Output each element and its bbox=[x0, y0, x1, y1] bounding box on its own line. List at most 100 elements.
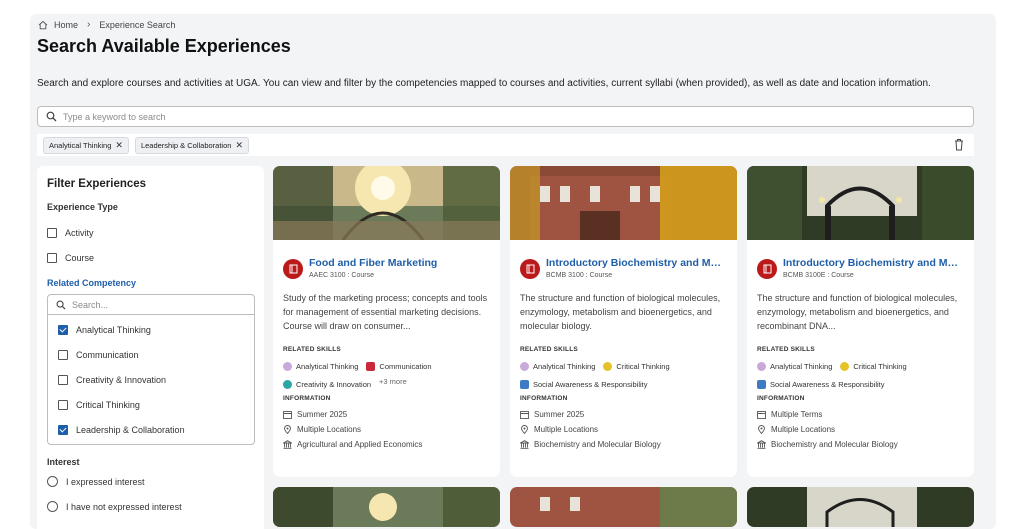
competency-option[interactable]: Leadership & Collaboration bbox=[58, 417, 244, 442]
option-label: I have not expressed interest bbox=[66, 501, 182, 512]
info-location: Multiple Locations bbox=[273, 422, 500, 437]
campus-photo bbox=[510, 166, 737, 240]
skill-label: Critical Thinking bbox=[616, 361, 670, 371]
info-label: INFORMATION bbox=[757, 395, 805, 402]
keyword-search[interactable] bbox=[37, 106, 974, 127]
campus-photo bbox=[747, 166, 974, 240]
skill-tag: Analytical Thinking bbox=[520, 359, 595, 373]
skills-label: RELATED SKILLS bbox=[520, 346, 578, 353]
card-title[interactable]: Introductory Biochemistry and Molecular … bbox=[546, 257, 726, 269]
interest-option[interactable]: I expressed interest bbox=[47, 469, 254, 494]
card-code: BCMB 3100 : Course bbox=[546, 272, 613, 279]
location-pin-icon bbox=[284, 425, 291, 434]
more-skills[interactable]: +3 more bbox=[379, 377, 407, 391]
info-term: Multiple Terms bbox=[747, 407, 974, 422]
card-title[interactable]: Introductory Biochemistry and Molecular … bbox=[783, 257, 963, 269]
experience-card[interactable]: Food and Fiber Marketing AAEC 3100 : Cou… bbox=[273, 166, 500, 477]
experience-card[interactable]: Introductory Biochemistry and Molecular … bbox=[510, 166, 737, 477]
location-pin-icon bbox=[521, 425, 528, 434]
skill-label: Social Awareness & Responsibility bbox=[533, 379, 648, 389]
checkbox[interactable] bbox=[58, 424, 68, 435]
interest-option[interactable]: I have not expressed interest bbox=[47, 494, 254, 519]
book-icon bbox=[757, 259, 777, 279]
skill-label: Analytical Thinking bbox=[533, 361, 596, 371]
campus-photo bbox=[747, 487, 974, 527]
location-text: Multiple Locations bbox=[534, 425, 599, 434]
skill-tag: Social Awareness & Responsibility bbox=[520, 377, 648, 391]
competency-option[interactable]: Analytical Thinking bbox=[58, 317, 244, 342]
checkbox[interactable] bbox=[47, 252, 57, 263]
close-icon[interactable]: ✕ bbox=[115, 140, 123, 151]
location-pin-icon bbox=[758, 425, 765, 434]
checkbox[interactable] bbox=[58, 324, 68, 335]
checkbox[interactable] bbox=[58, 374, 68, 385]
bulb-icon bbox=[603, 361, 613, 371]
trash-icon[interactable] bbox=[954, 138, 964, 151]
skill-label: Creativity & Innovation bbox=[296, 379, 372, 389]
card-title[interactable]: Food and Fiber Marketing bbox=[309, 257, 489, 269]
option-label: Course bbox=[65, 252, 95, 263]
checkbox[interactable] bbox=[58, 399, 68, 410]
option-label: Critical Thinking bbox=[76, 399, 140, 410]
skill-tag: Analytical Thinking bbox=[283, 359, 358, 373]
search-icon bbox=[56, 300, 66, 310]
filter-option-activity[interactable]: Activity bbox=[47, 220, 254, 245]
page-description: Search and explore courses and activitie… bbox=[37, 78, 931, 89]
magnify-icon bbox=[757, 361, 766, 371]
term-text: Summer 2025 bbox=[534, 410, 585, 419]
checkbox[interactable] bbox=[47, 227, 57, 238]
filter-sidebar: Filter Experiences Experience Type Activ… bbox=[37, 166, 264, 529]
skill-tag: Analytical Thinking bbox=[757, 359, 832, 373]
info-term: Summer 2025 bbox=[273, 407, 500, 422]
filter-option-course[interactable]: Course bbox=[47, 245, 254, 270]
card-description: The structure and function of biological… bbox=[520, 293, 721, 331]
competency-list: Analytical Thinking Communication Creati… bbox=[47, 294, 255, 445]
card-description: Study of the marketing process; concepts… bbox=[283, 293, 488, 331]
competency-search[interactable] bbox=[48, 295, 254, 315]
related-competency-label: Related Competency bbox=[47, 278, 137, 288]
skills-label: RELATED SKILLS bbox=[757, 346, 815, 353]
people-icon bbox=[757, 379, 766, 389]
card-code: AAEC 3100 : Course bbox=[309, 272, 374, 279]
competency-option[interactable]: Creativity & Innovation bbox=[58, 367, 244, 392]
skill-label: Analytical Thinking bbox=[296, 361, 359, 371]
home-icon[interactable] bbox=[38, 20, 48, 30]
term-text: Summer 2025 bbox=[297, 410, 348, 419]
radio[interactable] bbox=[47, 501, 58, 512]
filter-chip: Leadership & Collaboration ✕ bbox=[134, 136, 249, 154]
option-label: Leadership & Collaboration bbox=[76, 424, 185, 435]
people-icon bbox=[520, 379, 529, 389]
skill-label: Critical Thinking bbox=[853, 361, 907, 371]
option-label: Activity bbox=[65, 227, 94, 238]
interest-label: Interest bbox=[47, 457, 80, 467]
experience-card[interactable] bbox=[510, 487, 737, 527]
building-icon bbox=[283, 440, 292, 449]
skills-list: Analytical Thinking Critical Thinking So… bbox=[747, 353, 974, 389]
skill-tag: Communication bbox=[366, 359, 432, 373]
breadcrumb: Home › Experience Search bbox=[38, 19, 175, 30]
close-icon[interactable]: ✕ bbox=[235, 140, 243, 151]
building-icon bbox=[757, 440, 766, 449]
competency-search-input[interactable] bbox=[72, 299, 222, 310]
experience-card[interactable] bbox=[273, 487, 500, 527]
competency-option[interactable]: Critical Thinking bbox=[58, 392, 244, 417]
experience-card[interactable] bbox=[747, 487, 974, 527]
skills-list: Analytical Thinking Communication Creati… bbox=[273, 353, 500, 389]
experience-card[interactable]: Introductory Biochemistry and Molecular … bbox=[747, 166, 974, 477]
competency-option[interactable]: Communication bbox=[58, 342, 244, 367]
skill-label: Analytical Thinking bbox=[770, 361, 833, 371]
campus-photo bbox=[273, 487, 500, 527]
option-label: Communication bbox=[76, 349, 139, 360]
calendar-icon bbox=[757, 411, 766, 419]
bulb-icon bbox=[840, 361, 850, 371]
search-input[interactable] bbox=[63, 111, 923, 122]
calendar-icon bbox=[283, 411, 292, 419]
option-label: Creativity & Innovation bbox=[76, 374, 167, 385]
breadcrumb-home[interactable]: Home bbox=[54, 20, 78, 30]
info-department: Biochemistry and Molecular Biology bbox=[510, 437, 737, 452]
checkbox[interactable] bbox=[58, 349, 68, 360]
info-department: Agricultural and Applied Economics bbox=[273, 437, 500, 452]
radio[interactable] bbox=[47, 476, 58, 487]
page-frame: Home › Experience Search Search Availabl… bbox=[30, 14, 996, 529]
info-location: Multiple Locations bbox=[510, 422, 737, 437]
